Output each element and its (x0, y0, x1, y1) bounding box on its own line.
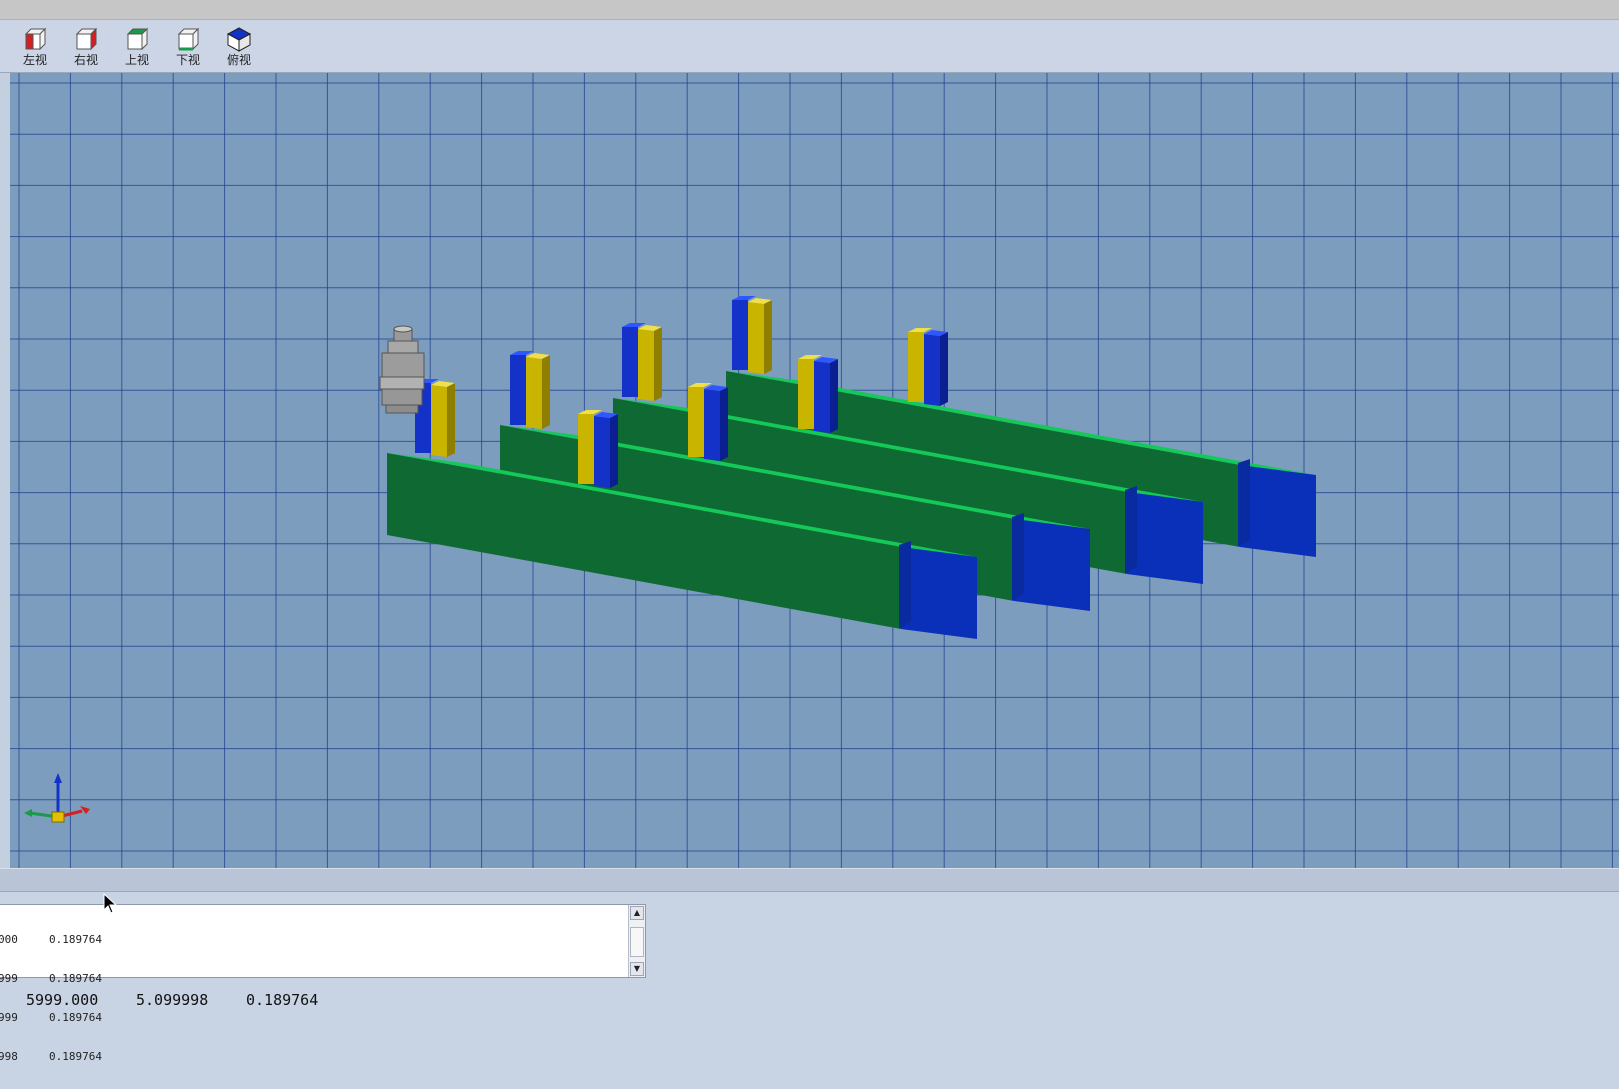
conveyor-end-cap (1127, 492, 1203, 584)
overhead-view-cube-icon (226, 27, 252, 52)
pin-block-front (510, 355, 526, 425)
overhead-view-label: 俯视 (226, 53, 251, 67)
bottom-view-cube-icon (177, 27, 200, 51)
log-line: 000 0.189764 (0, 933, 102, 946)
pin-block-front (526, 357, 542, 429)
pin-block-top (578, 410, 602, 414)
status-x-value: 5999.000 (26, 991, 99, 1009)
pin-block-top (510, 351, 534, 355)
conveyor-end-cap-shade (899, 541, 911, 629)
output-log[interactable]: 000 0.189764 999 0.189764 999 0.189764 998 0… (0, 904, 646, 1063)
conveyor-end-cap (1014, 519, 1090, 611)
top-view-cube-icon (126, 27, 149, 51)
pin-block-side (764, 300, 772, 374)
view-toolbar: 左视 右视 上视 下视 俯视 (0, 20, 1619, 73)
xyz-axis-triad-icon (24, 773, 90, 823)
top-view-button[interactable]: 上视 (113, 23, 161, 71)
status-y-value: 5.099998 (136, 991, 209, 1009)
3d-scene[interactable] (10, 73, 1619, 868)
pin-block-front (622, 327, 638, 397)
pin-block-front (578, 414, 594, 484)
pin-block-side (610, 414, 618, 488)
pin-block-top (622, 323, 646, 327)
status-z-value: 0.189764 (246, 991, 319, 1009)
pin-block-top (688, 383, 712, 387)
pin-block-front (431, 385, 447, 457)
pin-block-front (908, 332, 924, 402)
pin-block-side (447, 383, 455, 457)
right-view-button[interactable]: 右视 (62, 23, 110, 71)
3d-viewport[interactable] (10, 73, 1619, 868)
pin-block-top (732, 296, 756, 300)
left-view-label: 左视 (22, 53, 47, 67)
scroll-up-icon[interactable]: ▲ (630, 906, 644, 920)
title-strip (0, 0, 1619, 20)
left-view-cube-icon (24, 27, 47, 51)
log-line: 999 0.189764 (0, 972, 102, 985)
pin-block-side (830, 359, 838, 433)
log-line: 999 0.189764 (0, 1011, 102, 1024)
overhead-view-button[interactable]: 俯视 (215, 23, 263, 71)
pin-block-side (654, 327, 662, 401)
pin-block-top (798, 355, 822, 359)
pin-block-front (704, 389, 720, 461)
conveyor-end-cap (1240, 465, 1316, 557)
conveyor-end-cap-shade (1238, 459, 1250, 547)
right-view-label: 右视 (73, 53, 98, 67)
pin-block-front (594, 416, 610, 488)
bottom-view-button[interactable]: 下视 (164, 23, 212, 71)
conveyor-end-cap-shade (1012, 513, 1024, 601)
pin-block-front (688, 387, 704, 457)
conveyor-end-cap-shade (1125, 486, 1137, 574)
pin-block-side (720, 387, 728, 461)
conveyor-end-cap (901, 547, 977, 639)
bottom-view-label: 下视 (175, 53, 200, 67)
right-view-cube-icon (75, 27, 98, 51)
left-view-button[interactable]: 左视 (11, 23, 59, 71)
panel-splitter[interactable] (0, 868, 1619, 892)
mouse-cursor-icon (103, 893, 118, 914)
scroll-down-icon[interactable]: ▼ (630, 962, 644, 976)
scroll-thumb[interactable] (630, 927, 644, 957)
pin-block-front (798, 359, 814, 429)
log-scrollbar[interactable]: ▲ ▼ (628, 905, 645, 977)
pin-block-side (940, 332, 948, 406)
pin-block-front (748, 302, 764, 374)
pin-block-front (924, 334, 940, 406)
pin-block-side (542, 355, 550, 429)
pin-block-front (814, 361, 830, 433)
pin-block-top (908, 328, 932, 332)
log-line: 998 0.189764 (0, 1050, 102, 1063)
top-view-label: 上视 (124, 53, 149, 67)
pin-block-front (732, 300, 748, 370)
pin-block-front (638, 329, 654, 401)
status-bar: 5999.000 5.099998 0.189764 (0, 985, 1619, 1012)
